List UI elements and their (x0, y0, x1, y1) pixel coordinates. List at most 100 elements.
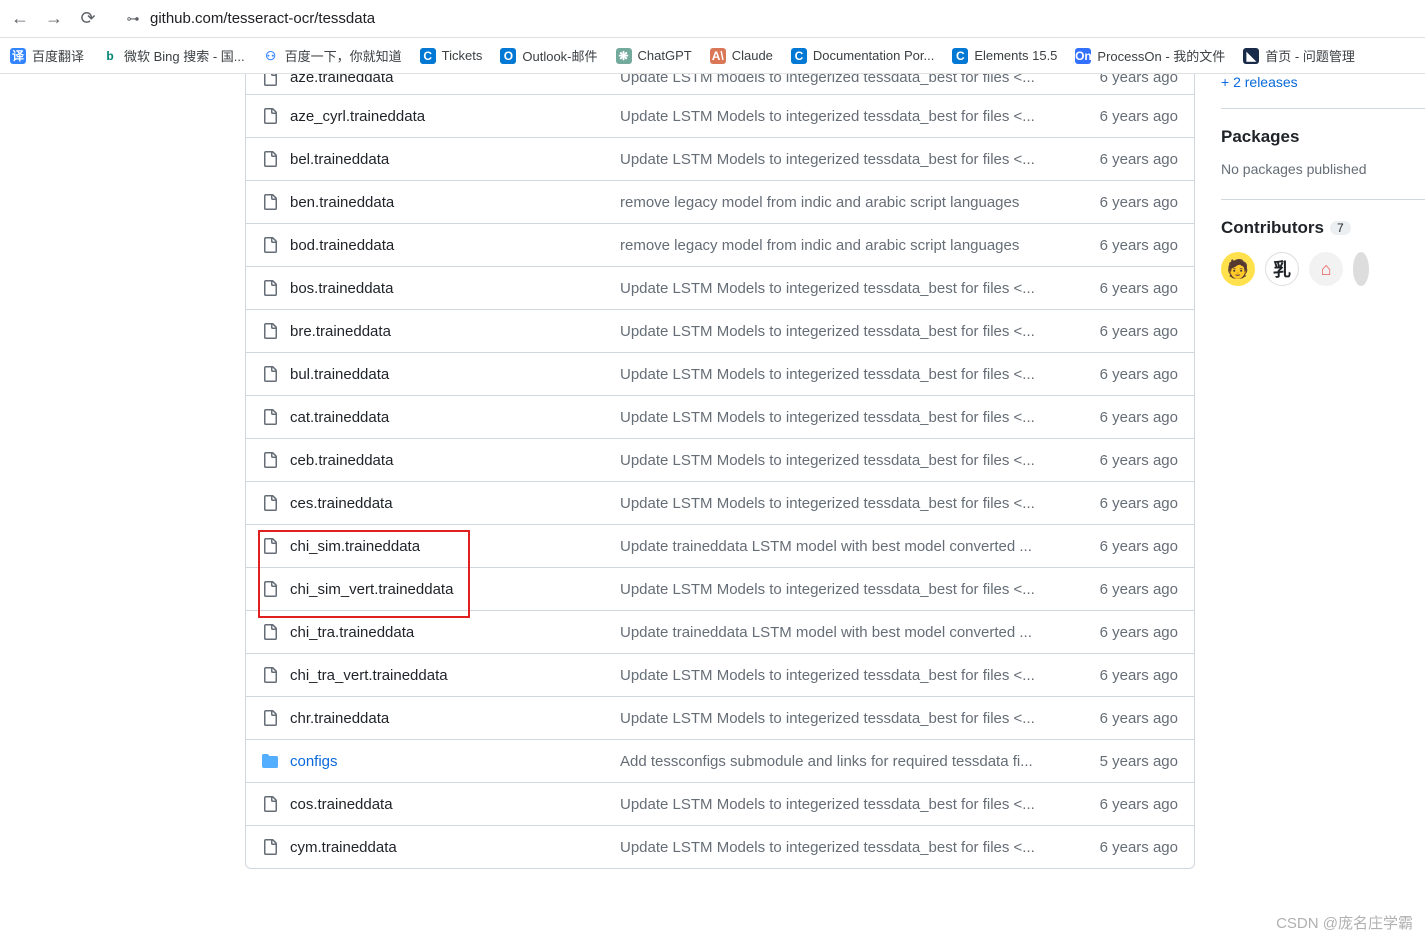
address-bar[interactable]: ⊶ github.com/tesseract-ocr/tessdata (112, 6, 1415, 31)
file-link[interactable]: bos.traineddata (290, 280, 393, 297)
avatar[interactable]: 🧑 (1221, 252, 1255, 286)
file-row: chi_tra_vert.traineddata Update LSTM Mod… (246, 653, 1194, 696)
bookmark-label: 百度一下，你就知道 (285, 46, 402, 65)
file-link[interactable]: configs (290, 753, 338, 770)
file-icon (262, 151, 278, 167)
bookmark-label: 微软 Bing 搜索 - 国... (124, 46, 245, 65)
file-age: 6 years ago (1100, 452, 1178, 469)
repo-sidebar: + 2 releases Packages No packages publis… (1195, 74, 1425, 869)
bookmark-icon: A\ (710, 48, 726, 64)
releases-link[interactable]: + 2 releases (1221, 74, 1425, 90)
commit-message[interactable]: Update LSTM Models to integerized tessda… (620, 280, 1100, 297)
browser-toolbar: ← → ⟳ ⊶ github.com/tesseract-ocr/tessdat… (0, 0, 1425, 38)
file-link[interactable]: chi_tra_vert.traineddata (290, 667, 448, 684)
file-row: ces.traineddata Update LSTM Models to in… (246, 481, 1194, 524)
file-row: configs Add tessconfigs submodule and li… (246, 739, 1194, 782)
commit-message[interactable]: remove legacy model from indic and arabi… (620, 194, 1100, 211)
bookmark-item[interactable]: ❋ChatGPT (616, 48, 692, 64)
file-link[interactable]: chi_sim_vert.traineddata (290, 581, 453, 598)
file-age: 6 years ago (1100, 280, 1178, 297)
file-link[interactable]: cos.traineddata (290, 796, 393, 813)
file-row: cos.traineddata Update LSTM Models to in… (246, 782, 1194, 825)
file-link[interactable]: chr.traineddata (290, 710, 389, 727)
file-row: ceb.traineddata Update LSTM Models to in… (246, 438, 1194, 481)
file-age: 6 years ago (1100, 667, 1178, 684)
file-icon (262, 237, 278, 253)
commit-message[interactable]: Update traineddata LSTM model with best … (620, 624, 1100, 641)
commit-message[interactable]: Update LSTM Models to integerized tessda… (620, 366, 1100, 383)
file-icon (262, 366, 278, 382)
packages-heading: Packages (1221, 127, 1425, 147)
commit-message[interactable]: Update LSTM Models to integerized tessda… (620, 495, 1100, 512)
bookmark-label: ProcessOn - 我的文件 (1097, 46, 1225, 65)
commit-message[interactable]: Update LSTM Models to integerized tessda… (620, 710, 1100, 727)
commit-message[interactable]: Update LSTM Models to integerized tessda… (620, 452, 1100, 469)
file-icon (262, 667, 278, 683)
commit-message[interactable]: Update LSTM Models to integerized tessda… (620, 108, 1100, 125)
contributor-avatars: 🧑 乳 ⌂ (1221, 252, 1425, 286)
reload-button[interactable]: ⟳ (78, 9, 98, 29)
file-row: ben.traineddata remove legacy model from… (246, 180, 1194, 223)
bookmark-item[interactable]: b微软 Bing 搜索 - 国... (102, 46, 245, 65)
commit-message[interactable]: Update LSTM Models to integerized tessda… (620, 323, 1100, 340)
commit-message[interactable]: Update LSTM models to integerized tessda… (620, 74, 1100, 86)
file-age: 6 years ago (1100, 74, 1178, 86)
file-row: aze_cyrl.traineddata Update LSTM Models … (246, 94, 1194, 137)
avatar[interactable]: ⌂ (1309, 252, 1343, 286)
file-age: 6 years ago (1100, 108, 1178, 125)
file-link[interactable]: cat.traineddata (290, 409, 389, 426)
file-icon (262, 710, 278, 726)
commit-message[interactable]: remove legacy model from indic and arabi… (620, 237, 1100, 254)
file-row: bod.traineddata remove legacy model from… (246, 223, 1194, 266)
file-link[interactable]: ben.traineddata (290, 194, 394, 211)
file-link[interactable]: bel.traineddata (290, 151, 389, 168)
file-icon (262, 108, 278, 124)
commit-message[interactable]: Update LSTM Models to integerized tessda… (620, 581, 1100, 598)
back-button[interactable]: ← (10, 9, 30, 29)
commit-message[interactable]: Add tessconfigs submodule and links for … (620, 753, 1100, 770)
file-age: 6 years ago (1100, 409, 1178, 426)
file-link[interactable]: bul.traineddata (290, 366, 389, 383)
bookmark-item[interactable]: A\Claude (710, 48, 773, 64)
commit-message[interactable]: Update LSTM Models to integerized tessda… (620, 839, 1100, 856)
bookmark-label: Documentation Por... (813, 48, 934, 63)
commit-message[interactable]: Update LSTM Models to integerized tessda… (620, 151, 1100, 168)
commit-message[interactable]: Update LSTM Models to integerized tessda… (620, 796, 1100, 813)
bookmark-item[interactable]: OOutlook-邮件 (500, 46, 597, 65)
site-info-icon[interactable]: ⊶ (124, 12, 142, 26)
file-link[interactable]: ces.traineddata (290, 495, 393, 512)
file-age: 6 years ago (1100, 538, 1178, 555)
file-row: bul.traineddata Update LSTM Models to in… (246, 352, 1194, 395)
commit-message[interactable]: Update LSTM Models to integerized tessda… (620, 409, 1100, 426)
file-link[interactable]: bre.traineddata (290, 323, 391, 340)
commit-message[interactable]: Update traineddata LSTM model with best … (620, 538, 1100, 555)
bookmark-item[interactable]: ⚇百度一下，你就知道 (263, 46, 402, 65)
bookmark-item[interactable]: CTickets (420, 48, 483, 64)
bookmark-item[interactable]: CDocumentation Por... (791, 48, 934, 64)
file-link[interactable]: aze.traineddata (290, 74, 393, 86)
bookmark-item[interactable]: CElements 15.5 (952, 48, 1057, 64)
bookmark-item[interactable]: 译百度翻译 (10, 46, 84, 65)
file-icon (262, 839, 278, 855)
file-link[interactable]: cym.traineddata (290, 839, 397, 856)
file-age: 6 years ago (1100, 710, 1178, 727)
commit-message[interactable]: Update LSTM Models to integerized tessda… (620, 667, 1100, 684)
avatar[interactable] (1353, 252, 1369, 286)
bookmark-label: 首页 - 问题管理 (1265, 46, 1355, 65)
file-link[interactable]: chi_tra.traineddata (290, 624, 414, 641)
file-age: 6 years ago (1100, 194, 1178, 211)
bookmark-item[interactable]: ◣首页 - 问题管理 (1243, 46, 1355, 65)
file-link[interactable]: bod.traineddata (290, 237, 394, 254)
forward-button[interactable]: → (44, 9, 64, 29)
file-row: chr.traineddata Update LSTM Models to in… (246, 696, 1194, 739)
avatar[interactable]: 乳 (1265, 252, 1299, 286)
file-icon (262, 194, 278, 210)
bookmark-item[interactable]: OnProcessOn - 我的文件 (1075, 46, 1225, 65)
file-age: 6 years ago (1100, 581, 1178, 598)
file-row: aze.traineddata Update LSTM models to in… (246, 74, 1194, 94)
file-link[interactable]: chi_sim.traineddata (290, 538, 420, 555)
file-link[interactable]: ceb.traineddata (290, 452, 393, 469)
contributors-heading[interactable]: Contributors 7 (1221, 218, 1425, 238)
folder-icon (262, 753, 278, 769)
file-link[interactable]: aze_cyrl.traineddata (290, 108, 425, 125)
